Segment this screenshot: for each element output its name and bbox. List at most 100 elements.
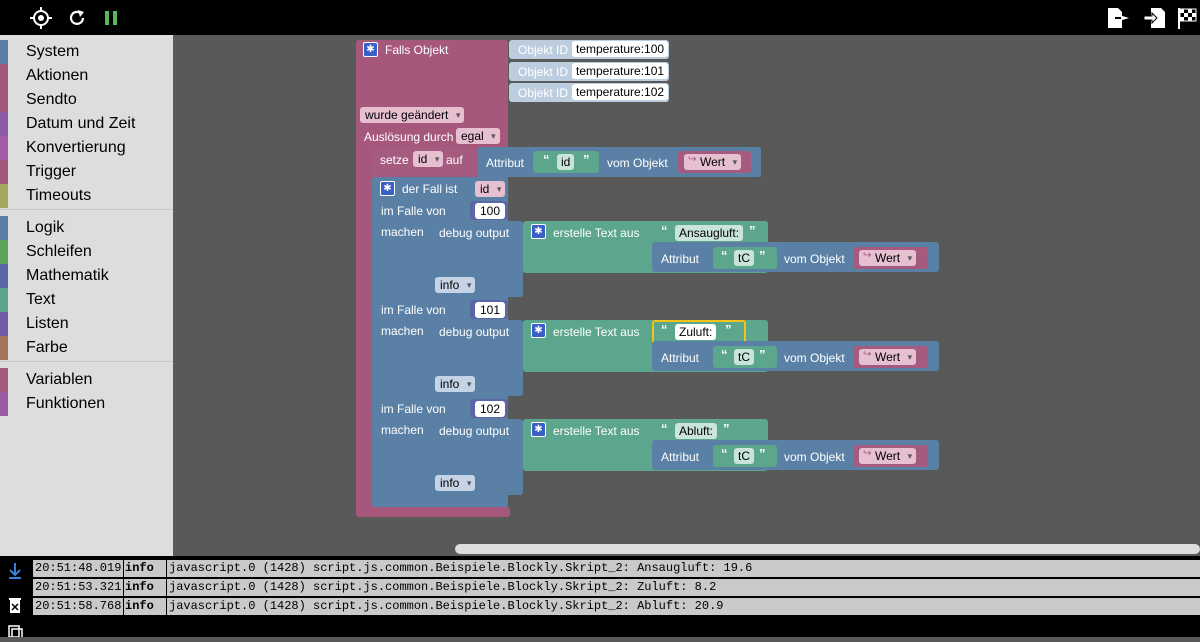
log-row: 20:51:53.321 info javascript.0 (1428) sc… [33, 579, 1200, 596]
vom-objekt-label: vom Objekt [784, 450, 845, 464]
text-field[interactable]: Ansaugluft: [675, 225, 744, 241]
quote-close-icon: ” [723, 421, 730, 436]
log-message: javascript.0 (1428) script.js.common.Bei… [169, 580, 717, 594]
category-mathematik[interactable]: Mathematik [0, 264, 173, 288]
create-text-label: erstelle Text aus [553, 226, 640, 240]
gear-icon[interactable]: ✱ [363, 42, 378, 57]
quote-close-icon: ” [759, 446, 766, 461]
category-logik[interactable]: Logik [0, 216, 173, 240]
log-level: info [125, 561, 154, 575]
quote-open-icon: “ [721, 347, 728, 362]
text-field[interactable]: tC [734, 250, 754, 266]
log-time: 20:51:48.019 [35, 561, 122, 575]
export-icon[interactable] [1104, 0, 1132, 35]
category-datum-und-zeit[interactable]: Datum und Zeit [0, 112, 173, 136]
gear-icon[interactable]: ✱ [380, 181, 395, 196]
quote-open-icon: “ [661, 322, 668, 337]
object-id-field[interactable]: temperature:101 [572, 63, 669, 79]
log-message: javascript.0 (1428) script.js.common.Bei… [169, 599, 724, 613]
clear-log-icon[interactable] [7, 596, 23, 614]
block-category-sidebar: System Aktionen Sendto Datum und Zeit Ko… [0, 35, 173, 556]
category-sendto[interactable]: Sendto [0, 88, 173, 112]
debug-output-label: debug output [439, 424, 510, 438]
horizontal-scrollbar[interactable] [455, 544, 1200, 554]
quote-close-icon: ” [583, 152, 590, 167]
import-icon[interactable] [1142, 0, 1168, 35]
case-number-field[interactable]: 100 [475, 203, 506, 219]
log-level-dropdown[interactable]: info [435, 277, 476, 293]
case-number-field[interactable]: 101 [475, 302, 506, 318]
vom-objekt-label: vom Objekt [607, 156, 668, 170]
text-field[interactable]: id [557, 154, 575, 170]
variable-icon: ↪ [688, 154, 697, 165]
category-text[interactable]: Text [0, 288, 173, 312]
quote-open-icon: “ [661, 421, 668, 436]
switch-block-bottom [372, 495, 442, 507]
category-schleifen[interactable]: Schleifen [0, 240, 173, 264]
category-timeouts[interactable]: Timeouts [0, 184, 173, 208]
variable-icon: ↪ [863, 349, 872, 360]
setze-var-dropdown[interactable]: id [413, 151, 444, 167]
text-field[interactable]: Abluft: [675, 423, 718, 439]
case-number-field[interactable]: 102 [475, 401, 506, 417]
attribute-label: Attribut [661, 450, 700, 464]
object-id-label: Objekt ID [518, 65, 569, 79]
vom-objekt-label: vom Objekt [784, 351, 845, 365]
pause-icon[interactable] [101, 0, 121, 35]
target-icon[interactable] [29, 0, 53, 35]
log-panel: 20:51:48.019 info javascript.0 (1428) sc… [0, 556, 1200, 641]
variable-icon: ↪ [863, 448, 872, 459]
log-level-dropdown[interactable]: info [435, 376, 476, 392]
trigger-title: Falls Objekt [385, 43, 449, 57]
category-listen[interactable]: Listen [0, 312, 173, 336]
quote-open-icon: “ [661, 223, 668, 238]
category-farbe[interactable]: Farbe [0, 336, 173, 360]
quote-close-icon: ” [759, 248, 766, 263]
category-aktionen[interactable]: Aktionen [0, 64, 173, 88]
text-field[interactable]: tC [734, 349, 754, 365]
case-label: im Falle von [381, 204, 446, 218]
create-text-label: erstelle Text aus [553, 325, 640, 339]
switch-var-dropdown[interactable]: id [475, 181, 506, 197]
gear-icon[interactable]: ✱ [531, 422, 546, 437]
object-id-field[interactable]: temperature:100 [572, 41, 669, 57]
text-field[interactable]: Zuluft: [675, 324, 717, 340]
setze-auf-label: auf [446, 153, 463, 167]
copy-icon[interactable] [7, 624, 23, 641]
blockly-workspace[interactable]: ✱ Falls Objekt Objekt ID temperature:100… [173, 35, 1200, 556]
case-label: im Falle von [381, 402, 446, 416]
category-trigger[interactable]: Trigger [0, 160, 173, 184]
log-level: info [125, 599, 154, 613]
text-field[interactable]: tC [734, 448, 754, 464]
category-funktionen[interactable]: Funktionen [0, 392, 173, 416]
log-toolbar [0, 556, 30, 641]
log-level-dropdown[interactable]: info [435, 475, 476, 491]
refresh-icon[interactable] [66, 0, 88, 35]
checkered-flag-icon[interactable] [1174, 0, 1200, 35]
variable-icon: ↪ [863, 250, 872, 261]
object-id-field[interactable]: temperature:102 [572, 84, 669, 100]
sidebar-separator [0, 361, 173, 362]
trigger-block-bottom [356, 507, 510, 517]
case-label: im Falle von [381, 303, 446, 317]
change-type-dropdown[interactable]: wurde geändert [360, 107, 465, 123]
gear-icon[interactable]: ✱ [531, 323, 546, 338]
log-time: 20:51:58.768 [35, 599, 122, 613]
quote-open-icon: “ [721, 248, 728, 263]
category-system[interactable]: System [0, 40, 173, 64]
debug-output-label: debug output [439, 226, 510, 240]
category-konvertierung[interactable]: Konvertierung [0, 136, 173, 160]
log-level: info [125, 580, 154, 594]
log-message: javascript.0 (1428) script.js.common.Bei… [169, 561, 753, 575]
gear-icon[interactable]: ✱ [531, 224, 546, 239]
do-label: machen [381, 423, 424, 437]
category-variablen[interactable]: Variablen [0, 368, 173, 392]
switch-title: der Fall ist [402, 182, 458, 196]
quote-open-icon: “ [721, 446, 728, 461]
log-row: 20:51:48.019 info javascript.0 (1428) sc… [33, 560, 1200, 577]
object-id-label: Objekt ID [518, 43, 569, 57]
scroll-down-icon[interactable] [7, 562, 23, 580]
ausloesung-dropdown[interactable]: egal [456, 128, 500, 144]
attribute-label: Attribut [486, 156, 525, 170]
create-text-label: erstelle Text aus [553, 424, 640, 438]
